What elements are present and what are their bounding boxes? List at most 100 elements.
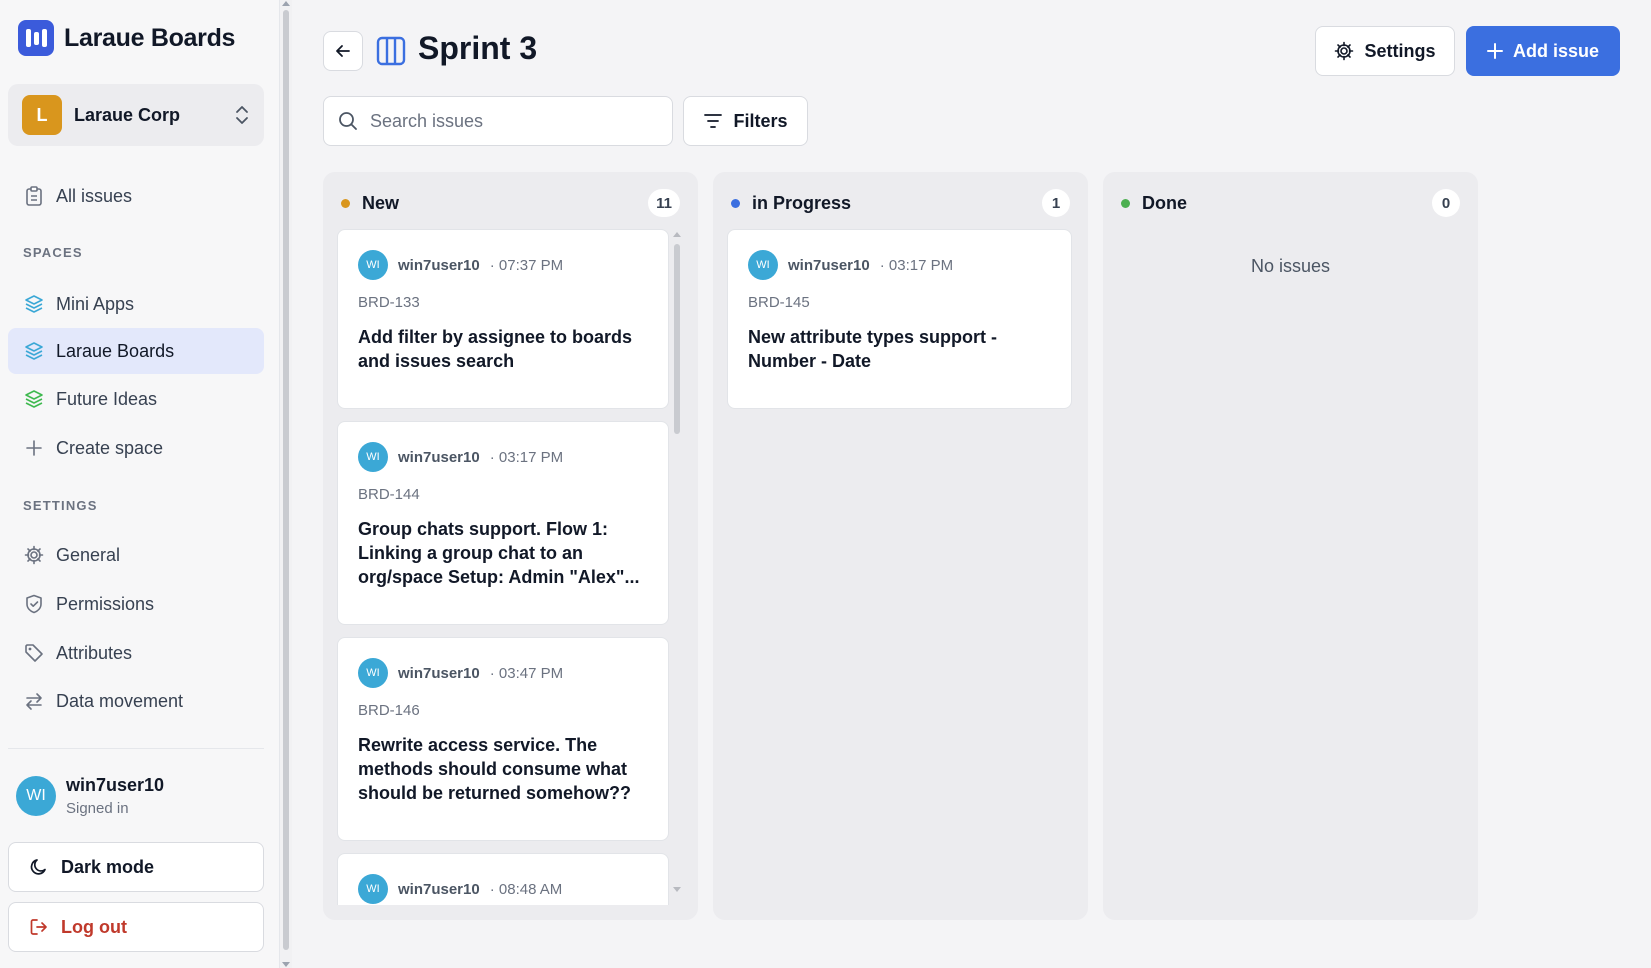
sidebar-item-future-ideas[interactable]: Future Ideas bbox=[8, 376, 264, 422]
column-title: New bbox=[362, 192, 400, 213]
sidebar-scrollbar[interactable] bbox=[280, 0, 292, 968]
clipboard-icon bbox=[24, 186, 44, 206]
sidebar-item-label: Mini Apps bbox=[56, 293, 135, 314]
sidebar-item-label: All issues bbox=[56, 185, 133, 206]
org-switcher[interactable]: L Laraue Corp bbox=[8, 84, 264, 146]
card-list: WI win7user10 · 07:37 PM BRD-133 Add fil… bbox=[337, 229, 669, 905]
sidebar-item-label: General bbox=[56, 544, 121, 565]
brand[interactable]: Laraue Boards bbox=[18, 20, 235, 56]
empty-state-text: No issues bbox=[1250, 256, 1331, 276]
issue-card[interactable]: WI win7user10 · 03:17 PM BRD-144 Group c… bbox=[337, 421, 669, 625]
scroll-up-arrow-icon[interactable] bbox=[673, 232, 681, 237]
org-avatar: L bbox=[22, 95, 62, 135]
sidebar-item-permissions[interactable]: Permissions bbox=[8, 581, 264, 627]
sidebar-item-general[interactable]: General bbox=[8, 532, 264, 578]
card-author: win7user10 bbox=[788, 256, 870, 274]
search-icon bbox=[339, 112, 357, 130]
search-box[interactable] bbox=[323, 96, 673, 146]
status-dot bbox=[731, 198, 740, 208]
scroll-down-arrow-icon[interactable] bbox=[673, 887, 681, 892]
filter-lines-icon bbox=[704, 114, 723, 128]
column-title: Done bbox=[1142, 192, 1187, 213]
gear-icon bbox=[24, 545, 44, 565]
issue-title: Add filter by assignee to boards and iss… bbox=[358, 327, 633, 371]
boards-logo-icon bbox=[18, 20, 54, 56]
page-title: Sprint 3 bbox=[418, 30, 538, 66]
status-dot bbox=[341, 198, 350, 208]
column-count-badge: 0 bbox=[1432, 189, 1460, 217]
issue-card[interactable]: WI win7user10 · 03:17 PM BRD-145 New att… bbox=[727, 229, 1072, 409]
issue-card[interactable]: WI win7user10 · 03:47 PM BRD-146 Rewrite… bbox=[337, 637, 669, 841]
sidebar-item-data-movement[interactable]: Data movement bbox=[8, 678, 264, 724]
user-name: win7user10 bbox=[66, 775, 165, 795]
sidebar-item-attributes[interactable]: Attributes bbox=[8, 630, 264, 676]
layers-icon bbox=[24, 294, 44, 314]
column-count-badge: 11 bbox=[648, 189, 680, 217]
board-columns-icon bbox=[376, 36, 406, 66]
add-issue-button[interactable]: Add issue bbox=[1466, 26, 1620, 76]
logout-button[interactable]: Log out bbox=[8, 902, 264, 952]
sidebar-item-mini-apps[interactable]: Mini Apps bbox=[8, 281, 264, 327]
sidebar-item-create-space[interactable]: Create space bbox=[8, 425, 264, 471]
back-button[interactable] bbox=[323, 31, 363, 71]
sidebar-item-all-issues[interactable]: All issues bbox=[8, 173, 264, 219]
shield-icon bbox=[24, 594, 44, 614]
sidebar-item-label: Attributes bbox=[56, 642, 133, 663]
issue-card[interactable]: WI win7user10 · 08:48 AM bbox=[337, 853, 669, 905]
card-author: win7user10 bbox=[398, 448, 480, 466]
sidebar: Laraue Boards L Laraue Corp All issues S… bbox=[0, 0, 280, 968]
card-list: WI win7user10 · 03:17 PM BRD-145 New att… bbox=[727, 229, 1073, 905]
user-status: Signed in bbox=[66, 800, 129, 817]
avatar: WI bbox=[358, 874, 388, 904]
avatar: WI bbox=[358, 250, 388, 280]
scrollbar-thumb[interactable] bbox=[674, 244, 680, 434]
column-scrollbar[interactable] bbox=[673, 232, 681, 892]
avatar: WI bbox=[748, 250, 778, 280]
sidebar-item-label: Permissions bbox=[56, 593, 155, 614]
column-title: in Progress bbox=[752, 192, 852, 213]
status-dot bbox=[1121, 198, 1130, 208]
logout-label: Log out bbox=[61, 916, 127, 937]
filters-button[interactable]: Filters bbox=[683, 96, 808, 146]
settings-button[interactable]: Settings bbox=[1315, 26, 1455, 76]
card-author: win7user10 bbox=[398, 256, 480, 274]
sidebar-item-label: Laraue Boards bbox=[56, 340, 175, 361]
chevron-up-down-icon bbox=[236, 106, 248, 124]
plus-icon bbox=[1486, 43, 1503, 59]
column-new: New 11 WI win7user10 · 07:37 PM BRD-133 … bbox=[323, 172, 698, 920]
avatar: WI bbox=[358, 658, 388, 688]
logout-icon bbox=[29, 917, 49, 937]
card-time: · 07:37 PM bbox=[489, 256, 564, 274]
card-author: win7user10 bbox=[398, 880, 480, 898]
column-done: Done 0 No issues bbox=[1103, 172, 1478, 920]
issue-card[interactable]: WI win7user10 · 07:37 PM BRD-133 Add fil… bbox=[337, 229, 669, 409]
column-in-progress: in Progress 1 WI win7user10 · 03:17 PM B… bbox=[713, 172, 1088, 920]
scrollbar-thumb[interactable] bbox=[283, 10, 289, 950]
avatar: WI bbox=[16, 776, 56, 816]
issue-key: BRD-146 bbox=[358, 702, 420, 719]
issue-title: Group chats support. Flow 1: Linking a g… bbox=[358, 519, 640, 587]
main-horizontal-scrollbar[interactable] bbox=[292, 958, 1651, 968]
sidebar-item-label: Data movement bbox=[56, 690, 184, 711]
column-count-badge: 1 bbox=[1042, 189, 1070, 217]
current-user: WI win7user10 Signed in bbox=[16, 775, 164, 817]
card-time: · 03:47 PM bbox=[489, 664, 564, 682]
issue-key: BRD-145 bbox=[748, 294, 810, 311]
sidebar-item-label: Future Ideas bbox=[56, 388, 158, 409]
search-input[interactable] bbox=[370, 110, 650, 132]
spaces-heading: SPACES bbox=[23, 245, 83, 260]
scroll-down-arrow-icon[interactable] bbox=[282, 962, 290, 967]
settings-label: Settings bbox=[1364, 40, 1436, 61]
plus-icon bbox=[24, 438, 44, 458]
scroll-up-arrow-icon[interactable] bbox=[282, 1, 290, 6]
dark-mode-button[interactable]: Dark mode bbox=[8, 842, 264, 892]
sidebar-item-laraue-boards[interactable]: Laraue Boards bbox=[8, 328, 264, 374]
arrows-icon bbox=[24, 691, 44, 711]
sidebar-item-label: Create space bbox=[56, 437, 164, 458]
org-name: Laraue Corp bbox=[74, 104, 181, 125]
card-time: · 03:17 PM bbox=[489, 448, 564, 466]
settings-heading: SETTINGS bbox=[23, 498, 98, 513]
layers-icon bbox=[24, 341, 44, 361]
issue-title: New attribute types support - Number - D… bbox=[748, 327, 998, 371]
sidebar-divider bbox=[8, 748, 264, 749]
